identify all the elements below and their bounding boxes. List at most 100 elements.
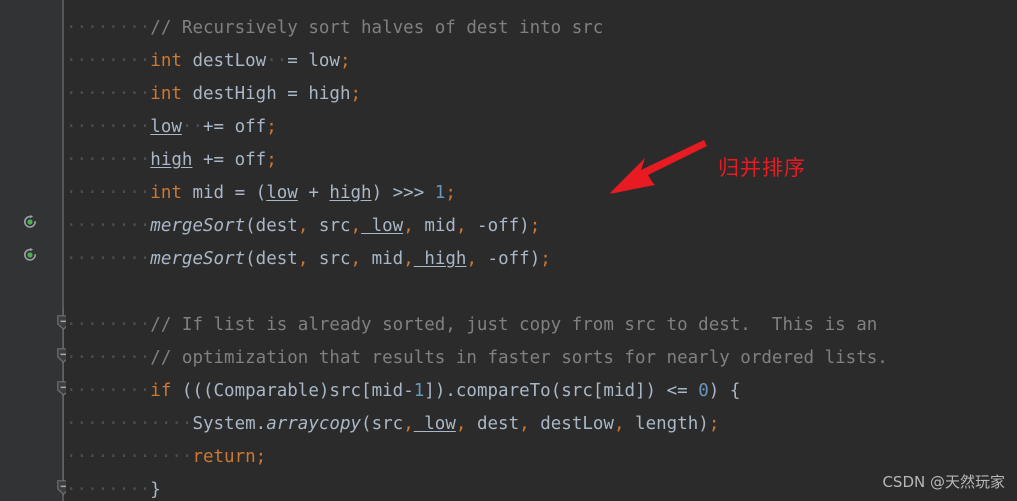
code-token-semi: , (613, 414, 625, 434)
code-token-num: 0 (698, 381, 709, 401)
code-token-ident: dest (255, 249, 298, 269)
code-token-op: ]) <= (635, 381, 699, 401)
code-token-ident: destLow (181, 51, 267, 71)
code-token-ident: mid (371, 381, 404, 401)
code-line[interactable]: ············System.arraycopy(src, low, d… (66, 408, 719, 441)
code-token-op: [ (361, 381, 372, 401)
code-token-ident: mid (413, 216, 456, 236)
code-token-comment: // If list is already sorted, just copy … (150, 315, 878, 335)
code-token-op: ) (519, 216, 530, 236)
code-token-semi: , (350, 249, 362, 269)
code-token-ws: ············ (66, 414, 193, 434)
code-token-semi: ; (540, 249, 551, 269)
code-line[interactable]: ········if (((Comparable)src[mid-1]).com… (66, 375, 740, 408)
code-token-static: mergeSort (150, 249, 246, 269)
code-token-op: = (287, 84, 309, 104)
code-token-ident: off (234, 150, 267, 170)
code-token-op: + (297, 183, 330, 203)
code-line[interactable]: ········int destLow··= low; (66, 45, 351, 78)
code-token-op: ( (245, 216, 256, 236)
code-token-ws: ········ (66, 183, 151, 203)
code-line[interactable]: ········// Recursively sort halves of de… (66, 12, 603, 45)
code-token-ident: destHigh (181, 84, 288, 104)
code-token-ident: mid (361, 249, 404, 269)
code-token-semi: ; (350, 84, 362, 104)
code-token-kw: return (192, 447, 256, 467)
code-token-op: ) { (708, 381, 741, 401)
code-token-ws: ············ (66, 447, 193, 467)
code-token-op: ) (529, 249, 541, 269)
code-token-ws: ·· (181, 117, 203, 137)
code-token-op: - (403, 381, 414, 401)
code-token-semi: , (403, 249, 414, 269)
code-token-ws: ········ (66, 480, 151, 500)
code-editor-window: ········// Recursively sort halves of de… (0, 0, 1017, 501)
code-token-ws: ········ (66, 51, 151, 71)
code-token-ident: high (308, 84, 351, 104)
code-token-semi: , (297, 249, 309, 269)
code-line[interactable]: ········low··+= off; (66, 111, 277, 144)
code-token-ident: destLow (529, 414, 614, 434)
code-line[interactable]: ········int destHigh = high; (66, 78, 361, 111)
code-token-num: 1 (413, 381, 425, 401)
code-token-ws: ·· (266, 51, 288, 71)
code-token-ident: dest (466, 414, 520, 434)
code-line[interactable]: ············return; (66, 441, 266, 474)
code-token-semi: , (297, 216, 309, 236)
code-token-semi: ; (266, 150, 277, 170)
code-token-ident: mid (181, 183, 235, 203)
code-token-semi: , (403, 216, 414, 236)
code-token-semi: , (403, 414, 414, 434)
code-token-op: = ( (234, 183, 267, 203)
code-token-ident: System. (192, 414, 267, 434)
code-token-ident: src (308, 216, 351, 236)
code-token-ident: src (561, 381, 593, 401)
code-line[interactable]: ········mergeSort(dest, src, mid, high, … (66, 243, 551, 276)
code-token-num: 1 (434, 183, 446, 203)
code-token-ws: ········ (66, 348, 151, 368)
code-token-semi: ; (339, 51, 351, 71)
code-token-op: += (192, 150, 235, 170)
code-token-semi: ; (708, 414, 720, 434)
code-line[interactable]: ········high += off; (66, 144, 277, 177)
code-line[interactable]: ········int mid = (low + high) >>> 1; (66, 177, 456, 210)
code-token-ident: low (308, 51, 340, 71)
code-token-semi: , (455, 216, 467, 236)
code-token-ws: ········ (66, 117, 151, 137)
code-token-ident: dest (255, 216, 298, 236)
code-token-param: high (150, 150, 193, 170)
fold-connector-line (63, 307, 64, 496)
code-token-semi: ; (445, 183, 456, 203)
code-line[interactable]: ········mergeSort(dest, src, low, mid, -… (66, 210, 540, 243)
code-token-param: high (413, 249, 467, 269)
code-token-op: [ (592, 381, 604, 401)
code-content-area[interactable]: ········// Recursively sort halves of de… (66, 0, 1017, 501)
code-token-op: += (202, 117, 235, 137)
code-token-param: low (413, 414, 456, 434)
recursive-call-marker-icon[interactable] (22, 247, 38, 263)
code-token-semi: , (519, 414, 530, 434)
code-line[interactable]: ········} (66, 474, 161, 501)
code-token-ident: src (308, 249, 351, 269)
code-token-ident: off (487, 216, 520, 236)
code-token-ws: ········ (66, 249, 151, 269)
code-token-semi: ; (266, 117, 277, 137)
code-line[interactable]: ········// If list is already sorted, ju… (66, 309, 877, 342)
code-token-ws: ········ (66, 315, 151, 335)
editor-gutter[interactable] (0, 0, 70, 501)
recursive-call-marker-icon[interactable] (22, 214, 38, 230)
code-token-semi: ; (255, 447, 267, 467)
code-token-op: ) (698, 414, 709, 434)
code-token-ident: off (234, 117, 267, 137)
code-line[interactable]: ········// optimization that results in … (66, 342, 888, 375)
code-token-op: - (466, 216, 488, 236)
code-token-semi: , (350, 216, 362, 236)
code-token-ident: src (329, 381, 362, 401)
code-token-op: - (477, 249, 499, 269)
code-token-ws: ········ (66, 18, 151, 38)
watermark-text: CSDN @天然玩家 (882, 473, 1005, 491)
code-token-op: ( (245, 249, 256, 269)
code-token-kw: int (150, 183, 182, 203)
code-token-op: (((Comparable) (171, 381, 330, 401)
code-token-ident: src (371, 414, 404, 434)
